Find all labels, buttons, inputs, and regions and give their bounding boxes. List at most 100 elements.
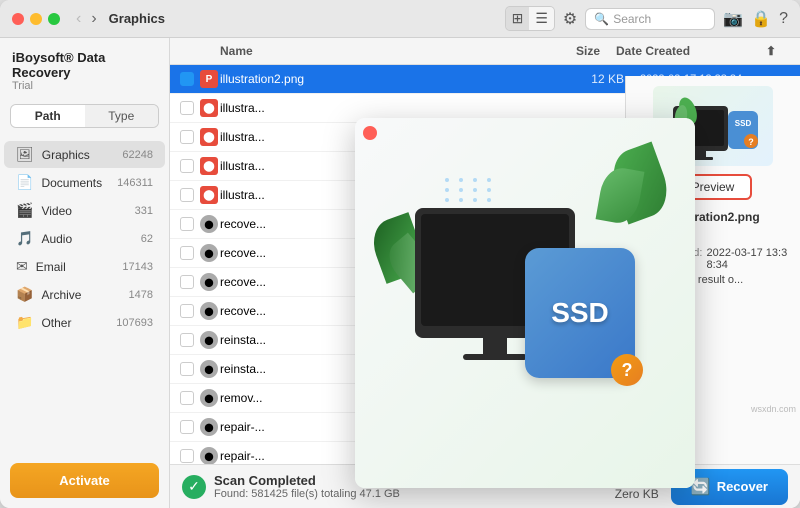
sidebar-item-email[interactable]: ✉ Email 17143 — [4, 253, 165, 280]
file-checkbox[interactable] — [180, 391, 194, 405]
dot-pattern — [445, 178, 495, 202]
search-icon: 🔍 — [594, 12, 609, 26]
filter-button[interactable]: ⚙ — [563, 9, 577, 29]
header-size: Size — [536, 44, 616, 58]
file-checkbox[interactable] — [180, 188, 194, 202]
popup-illustration: SSD ? — [355, 118, 695, 488]
sidebar-item-count: 146311 — [117, 177, 153, 189]
minimize-button[interactable] — [30, 13, 42, 25]
lock-button[interactable]: 🔒 — [751, 9, 771, 29]
recover-label: Recover — [717, 479, 768, 494]
file-checkbox[interactable] — [180, 275, 194, 289]
monitor-base — [463, 354, 527, 360]
sidebar-item-count: 62 — [141, 233, 153, 245]
sidebar-item-label: Archive — [41, 288, 128, 302]
list-view-button[interactable]: ☰ — [529, 7, 554, 30]
date-value: 2022-03-17 13:38:34 — [706, 247, 792, 271]
email-icon: ✉ — [16, 258, 28, 275]
sidebar-item-documents[interactable]: 📄 Documents 146311 — [4, 169, 165, 196]
file-checkbox[interactable] — [180, 101, 194, 115]
file-list-header: Name Size Date Created ⬆ — [170, 38, 800, 65]
sidebar-item-label: Audio — [41, 232, 140, 246]
file-name: illustration2.png — [220, 72, 560, 86]
sidebar-item-other[interactable]: 📁 Other 107693 — [4, 309, 165, 336]
file-type-icon: ⬤ — [200, 99, 218, 117]
sidebar-items: 🖼 Graphics 62248 📄 Documents 146311 🎬 Vi… — [0, 136, 169, 453]
graphics-icon: 🖼 — [16, 146, 34, 163]
help-button[interactable]: ? — [779, 10, 788, 28]
sidebar-item-audio[interactable]: 🎵 Audio 62 — [4, 225, 165, 252]
file-type-icon: ⬤ — [200, 447, 218, 465]
ssd-text: SSD — [551, 297, 609, 329]
file-type-icon: ⬤ — [200, 128, 218, 146]
grid-view-button[interactable]: ⊞ — [506, 7, 530, 30]
maximize-button[interactable] — [48, 13, 60, 25]
file-type-icon: ⬤ — [200, 389, 218, 407]
sidebar: iBoysoft® Data Recovery Trial Path Type … — [0, 38, 170, 508]
titlebar-right: ⊞ ☰ ⚙ 🔍 Search 📷 🔒 ? — [505, 6, 788, 31]
sidebar-item-label: Video — [41, 204, 134, 218]
sidebar-item-count: 331 — [135, 205, 153, 217]
sidebar-tabs: Path Type — [10, 104, 159, 128]
sidebar-header: iBoysoft® Data Recovery Trial — [0, 38, 169, 96]
scan-detail-text: Found: 581425 file(s) totaling 47.1 GB — [214, 488, 400, 500]
activate-button[interactable]: Activate — [10, 463, 159, 498]
video-icon: 🎬 — [16, 202, 33, 219]
file-type-icon: ⬤ — [200, 360, 218, 378]
file-checkbox[interactable] — [180, 72, 194, 86]
file-checkbox[interactable] — [180, 304, 194, 318]
forward-button[interactable]: › — [87, 10, 100, 28]
file-type-icon: ⬤ — [200, 302, 218, 320]
app-trial: Trial — [12, 80, 157, 92]
sidebar-item-count: 107693 — [116, 317, 153, 329]
file-checkbox[interactable] — [180, 449, 194, 463]
view-toggle: ⊞ ☰ — [505, 6, 555, 31]
nav-arrows: ‹ › — [72, 10, 101, 28]
file-type-icon: ⬤ — [200, 331, 218, 349]
file-checkbox[interactable] — [180, 217, 194, 231]
image-preview-popup: SSD ? — [355, 118, 695, 488]
header-date: Date Created — [616, 44, 766, 58]
sidebar-item-archive[interactable]: 📦 Archive 1478 — [4, 281, 165, 308]
file-checkbox[interactable] — [180, 130, 194, 144]
popup-close-button[interactable] — [363, 126, 377, 140]
scan-complete-icon: ✓ — [182, 475, 206, 499]
monitor-stand — [483, 336, 507, 356]
camera-button[interactable]: 📷 — [723, 9, 743, 29]
file-checkbox[interactable] — [180, 246, 194, 260]
sidebar-item-video[interactable]: 🎬 Video 331 — [4, 197, 165, 224]
sidebar-item-label: Email — [36, 260, 123, 274]
audio-icon: 🎵 — [16, 230, 33, 247]
sidebar-item-label: Other — [41, 316, 116, 330]
file-type-icon: ⬤ — [200, 244, 218, 262]
tab-path[interactable]: Path — [11, 105, 85, 127]
file-type-icon: P — [200, 70, 218, 88]
file-checkbox[interactable] — [180, 159, 194, 173]
file-checkbox[interactable] — [180, 362, 194, 376]
sidebar-item-graphics[interactable]: 🖼 Graphics 62248 — [4, 141, 165, 168]
file-checkbox[interactable] — [180, 333, 194, 347]
content-right: Name Size Date Created ⬆ P — [170, 38, 800, 508]
close-button[interactable] — [12, 13, 24, 25]
other-icon: 📁 — [16, 314, 33, 331]
svg-text:SSD: SSD — [735, 119, 752, 128]
search-placeholder: Search — [613, 12, 651, 26]
tab-type[interactable]: Type — [85, 105, 159, 127]
file-type-icon: ⬤ — [200, 418, 218, 436]
header-name: Name — [220, 44, 536, 58]
titlebar-title: Graphics — [109, 11, 505, 26]
sidebar-item-count: 1478 — [129, 289, 153, 301]
question-badge: ? — [611, 354, 643, 386]
file-type-icon: ⬤ — [200, 215, 218, 233]
back-button[interactable]: ‹ — [72, 10, 85, 28]
titlebar: ‹ › Graphics ⊞ ☰ ⚙ 🔍 Search 📷 🔒 ? — [0, 0, 800, 38]
watermark: wsxdn.com — [751, 404, 796, 414]
file-name: illustra... — [220, 101, 560, 115]
app-name: iBoysoft® Data Recovery — [12, 50, 157, 80]
sidebar-item-count: 62248 — [122, 149, 153, 161]
file-type-icon: ⬤ — [200, 157, 218, 175]
search-bar[interactable]: 🔍 Search — [585, 8, 715, 30]
sidebar-item-count: 17143 — [122, 261, 153, 273]
documents-icon: 📄 — [16, 174, 33, 191]
file-checkbox[interactable] — [180, 420, 194, 434]
